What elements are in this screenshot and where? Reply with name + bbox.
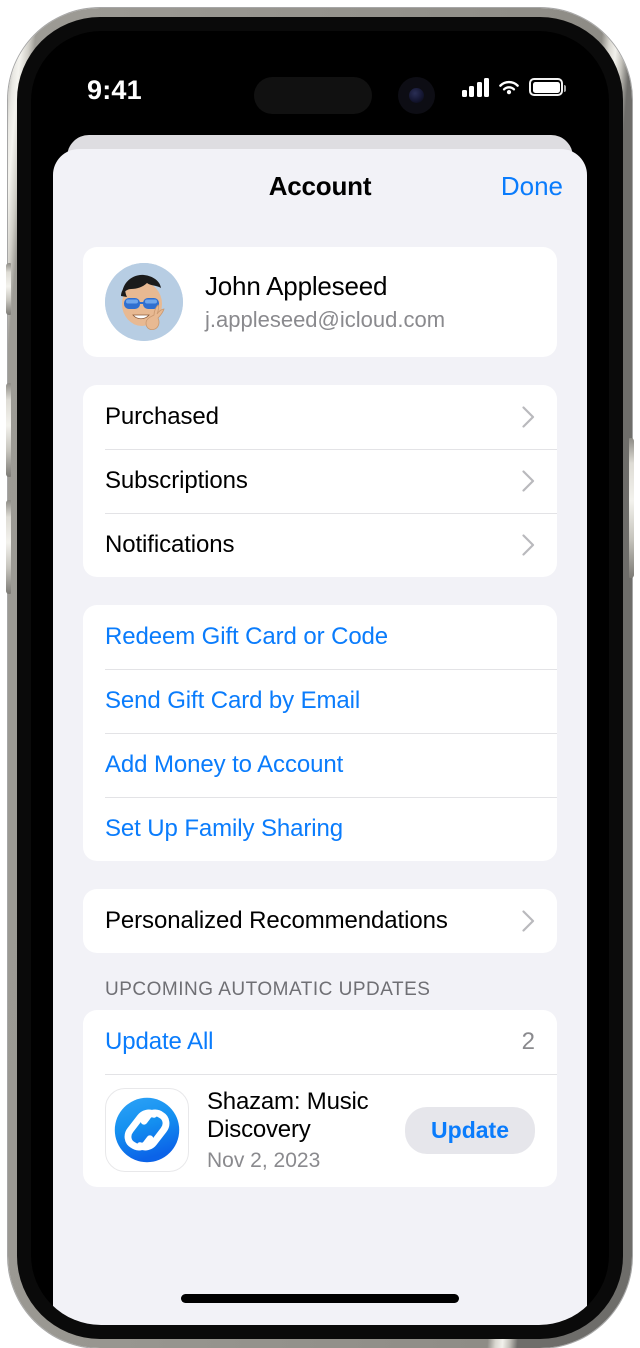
volume-down-button[interactable] bbox=[6, 500, 11, 594]
row-family-sharing[interactable]: Set Up Family Sharing bbox=[83, 797, 557, 861]
battery-full-icon bbox=[529, 78, 566, 96]
row-purchased[interactable]: Purchased bbox=[83, 385, 557, 449]
phone-screen: 9:41 Account Done John Appleseed j.apple… bbox=[31, 31, 609, 1325]
profile-email: j.appleseed@icloud.com bbox=[205, 307, 446, 332]
row-label: Subscriptions bbox=[105, 467, 248, 494]
chevron-right-icon bbox=[522, 406, 535, 428]
row-notifications[interactable]: Notifications bbox=[83, 513, 557, 577]
app-update-row[interactable]: Shazam: Music Discovery Nov 2, 2023 Upda… bbox=[83, 1074, 557, 1187]
signal-bars-icon bbox=[461, 77, 489, 97]
chevron-right-icon bbox=[522, 534, 535, 556]
row-personalized-recommendations[interactable]: Personalized Recommendations bbox=[83, 889, 557, 953]
profile-name: John Appleseed bbox=[205, 271, 388, 301]
row-label: Notifications bbox=[105, 531, 235, 558]
row-subscriptions[interactable]: Subscriptions bbox=[83, 449, 557, 513]
status-bar: 9:41 bbox=[31, 31, 609, 127]
app-info: Shazam: Music Discovery Nov 2, 2023 bbox=[207, 1088, 405, 1173]
wifi-icon bbox=[497, 77, 521, 97]
row-label: Add Money to Account bbox=[105, 751, 344, 778]
profile-card[interactable]: John Appleseed j.appleseed@icloud.com bbox=[83, 247, 557, 357]
done-button[interactable]: Done bbox=[501, 171, 563, 202]
status-indicators bbox=[461, 77, 566, 97]
update-button[interactable]: Update bbox=[405, 1106, 535, 1154]
dynamic-island bbox=[254, 77, 372, 114]
settings-group-1: Purchased Subscriptions Notifications bbox=[83, 385, 557, 577]
home-indicator[interactable] bbox=[181, 1294, 459, 1303]
settings-group-2: Redeem Gift Card or Code Send Gift Card … bbox=[83, 605, 557, 861]
status-time: 9:41 bbox=[87, 75, 142, 105]
section-header-upcoming-updates: UPCOMING AUTOMATIC UPDATES bbox=[105, 979, 431, 1000]
row-label: Redeem Gift Card or Code bbox=[105, 623, 389, 650]
update-all-label: Update All bbox=[105, 1028, 214, 1055]
row-label: Send Gift Card by Email bbox=[105, 687, 361, 714]
action-button[interactable] bbox=[6, 263, 11, 315]
app-update-date: Nov 2, 2023 bbox=[207, 1148, 321, 1172]
chevron-right-icon bbox=[522, 910, 535, 932]
row-update-all[interactable]: Update All 2 bbox=[83, 1010, 557, 1074]
row-add-money[interactable]: Add Money to Account bbox=[83, 733, 557, 797]
row-redeem-gift-card[interactable]: Redeem Gift Card or Code bbox=[83, 605, 557, 669]
shazam-app-icon bbox=[105, 1088, 189, 1173]
navigation-bar: Account Done bbox=[53, 149, 587, 223]
update-all-count: 2 bbox=[521, 1028, 535, 1055]
power-button[interactable] bbox=[629, 438, 634, 578]
memoji-avatar bbox=[105, 263, 183, 341]
phone-bezel: 9:41 Account Done John Appleseed j.apple… bbox=[17, 17, 623, 1339]
row-label: Personalized Recommendations bbox=[105, 907, 448, 934]
row-label: Set Up Family Sharing bbox=[105, 815, 343, 842]
front-camera-icon bbox=[398, 77, 435, 114]
settings-list[interactable]: John Appleseed j.appleseed@icloud.com Pu… bbox=[53, 223, 587, 1325]
row-send-gift-card[interactable]: Send Gift Card by Email bbox=[83, 669, 557, 733]
chevron-right-icon bbox=[522, 470, 535, 492]
profile-text: John Appleseed j.appleseed@icloud.com bbox=[205, 271, 445, 333]
account-sheet: Account Done John Appleseed j.appleseed@… bbox=[53, 149, 587, 1325]
volume-up-button[interactable] bbox=[6, 383, 11, 477]
row-label: Purchased bbox=[105, 403, 219, 430]
app-name: Shazam: Music Discovery bbox=[207, 1088, 369, 1144]
updates-group: Update All 2 Shazam: Music Discovery Nov… bbox=[83, 1010, 557, 1187]
settings-group-3: Personalized Recommendations bbox=[83, 889, 557, 953]
phone-frame: 9:41 Account Done John Appleseed j.apple… bbox=[6, 8, 634, 1348]
